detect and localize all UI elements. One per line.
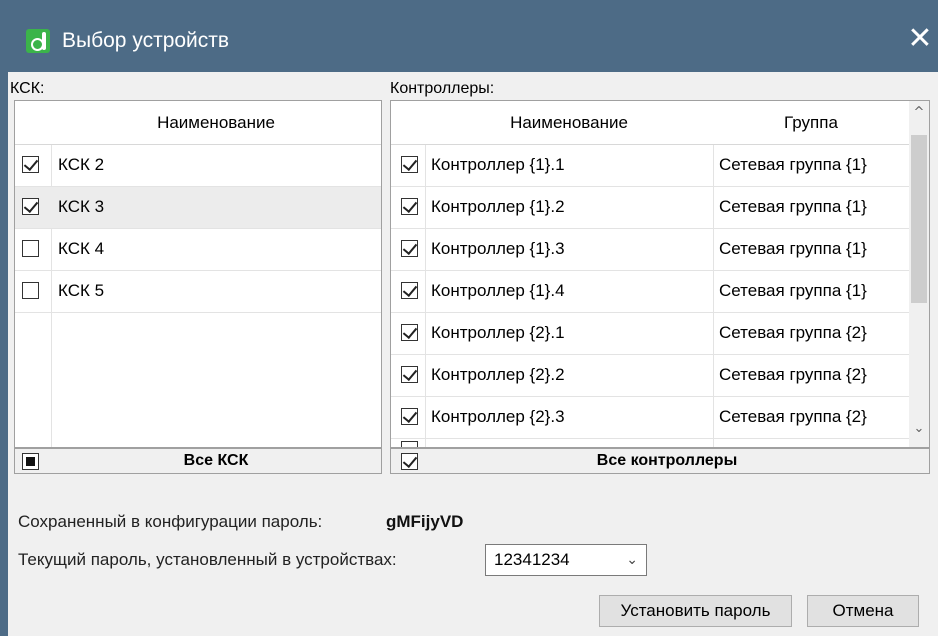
chevron-down-icon[interactable]: ⌄ [626, 545, 638, 575]
app-logo-icon [26, 29, 50, 53]
saved-password-label: Сохраненный в конфигурации пароль: [18, 512, 323, 531]
table-row[interactable]: Контроллер {1}.4 Сетевая группа {1} [391, 271, 909, 313]
ksk-section-label: КСК: [10, 80, 45, 97]
scroll-thumb[interactable] [911, 135, 927, 303]
row-checkbox[interactable] [22, 240, 39, 257]
current-password-label: Текущий пароль, установленный в устройст… [18, 550, 397, 569]
cancel-button[interactable]: Отмена [807, 595, 919, 627]
current-password-value[interactable]: 12341234 [494, 545, 570, 575]
saved-password-value: gMFijyVD [386, 512, 464, 531]
controller-name: Контроллер {2}.2 [431, 365, 565, 384]
controller-group: Сетевая группа {2} [719, 365, 867, 384]
controller-group: Сетевая группа {1} [719, 155, 867, 174]
controller-name: Контроллер {1}.3 [431, 239, 565, 258]
ksk-name: КСК 4 [58, 239, 105, 258]
controller-name: Контроллер {1}.1 [431, 155, 565, 174]
ksk-name: КСК 3 [58, 197, 105, 216]
controllers-column-name[interactable]: Наименование [425, 101, 713, 145]
all-controllers-label: Все контроллеры [596, 452, 738, 469]
controller-group: Сетевая группа {1} [719, 197, 867, 216]
scroll-up-icon[interactable]: ^ [909, 103, 929, 123]
controllers-grid-header: Наименование Группа [391, 101, 909, 145]
window-border [0, 72, 8, 636]
row-checkbox[interactable] [401, 198, 418, 215]
all-ksk-checkbox[interactable] [22, 453, 39, 470]
close-icon[interactable]: ✕ [905, 24, 935, 54]
table-row[interactable] [391, 437, 909, 447]
controllers-column-group[interactable]: Группа [713, 101, 909, 145]
scroll-down-icon[interactable]: ⌄ [909, 419, 929, 439]
ksk-footer: Все КСК [14, 448, 382, 474]
current-password-combobox[interactable]: 12341234 ⌄ [485, 544, 647, 576]
all-controllers-checkbox[interactable] [401, 453, 418, 470]
row-checkbox[interactable] [401, 408, 418, 425]
row-checkbox[interactable] [401, 324, 418, 341]
row-checkbox[interactable] [22, 198, 39, 215]
table-row[interactable]: Контроллер {1}.1 Сетевая группа {1} [391, 145, 909, 187]
ksk-name: КСК 5 [58, 281, 105, 300]
row-checkbox[interactable] [401, 366, 418, 383]
row-checkbox[interactable] [22, 156, 39, 173]
row-checkbox[interactable] [401, 156, 418, 173]
row-checkbox[interactable] [401, 240, 418, 257]
table-row[interactable]: Контроллер {2}.1 Сетевая группа {2} [391, 313, 909, 355]
window-title: Выбор устройств [62, 29, 230, 52]
table-row[interactable]: Контроллер {2}.3 Сетевая группа {2} [391, 397, 909, 439]
table-row[interactable]: Контроллер {1}.2 Сетевая группа {1} [391, 187, 909, 229]
controllers-scrollbar[interactable]: ^ ⌄ [909, 101, 929, 447]
table-row[interactable]: Контроллер {1}.3 Сетевая группа {1} [391, 229, 909, 271]
ksk-name: КСК 2 [58, 155, 105, 174]
controllers-grid: Наименование Группа Контроллер {1}.1 Сете… [390, 100, 930, 448]
controllers-section-label: Контроллеры: [390, 80, 495, 97]
controller-name: Контроллер {2}.3 [431, 407, 565, 426]
ksk-grid-header: Наименование [15, 101, 381, 145]
controller-name: Контроллер {1}.2 [431, 197, 565, 216]
controller-group: Сетевая группа {1} [719, 281, 867, 300]
row-checkbox[interactable] [401, 282, 418, 299]
table-row[interactable]: КСК 4 [15, 229, 381, 271]
ksk-column-name[interactable]: Наименование [51, 101, 381, 145]
ksk-grid: Наименование КСК 2 КСК 3 КСК 4 КСК 5 [14, 100, 382, 448]
set-password-button[interactable]: Установить пароль [599, 595, 792, 627]
controller-group: Сетевая группа {2} [719, 407, 867, 426]
controllers-footer: Все контроллеры [390, 448, 930, 474]
row-checkbox[interactable] [22, 282, 39, 299]
controller-name: Контроллер {1}.4 [431, 281, 565, 300]
controller-group: Сетевая группа {1} [719, 239, 867, 258]
row-checkbox[interactable] [401, 441, 418, 447]
table-row[interactable]: Контроллер {2}.2 Сетевая группа {2} [391, 355, 909, 397]
all-ksk-label: Все КСК [183, 452, 249, 469]
controller-name: Контроллер {2}.1 [431, 323, 565, 342]
table-row[interactable]: КСК 3 [15, 187, 381, 229]
title-bar: Выбор устройств ✕ [0, 0, 938, 72]
table-row[interactable]: КСК 5 [15, 271, 381, 313]
controller-group: Сетевая группа {2} [719, 323, 867, 342]
table-row[interactable]: КСК 2 [15, 145, 381, 187]
